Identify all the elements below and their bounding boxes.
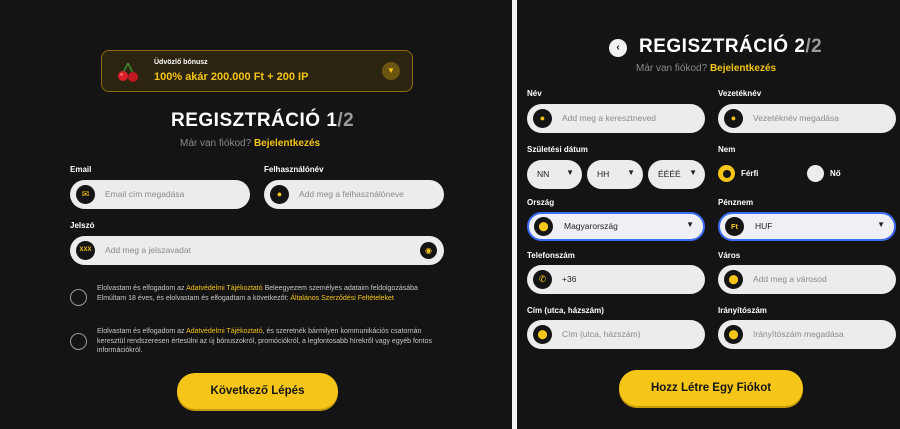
location-pin-icon: ⬤ bbox=[724, 270, 743, 289]
welcome-bonus-banner[interactable]: Üdvözlő bónusz 100% akár 200.000 Ft + 20… bbox=[101, 50, 413, 92]
password-placeholder: Add meg a jelszavadat bbox=[105, 245, 191, 255]
currency-select[interactable]: Ft HUF ▼ bbox=[718, 212, 896, 241]
phone-field[interactable]: ✆ +36 bbox=[527, 265, 705, 294]
dob-month-select[interactable]: HH ▼ bbox=[587, 160, 643, 189]
chevron-down-icon: ▼ bbox=[566, 168, 574, 177]
title-main-2: REGISZTRÁCIÓ 2 bbox=[639, 36, 806, 57]
cherry-icon bbox=[118, 62, 138, 82]
name-placeholder: Add meg a keresztneved bbox=[562, 113, 657, 123]
page-title: REGISZTRÁCIÓ 1/2 bbox=[171, 110, 354, 132]
login-prompt: Már van fiókod? Bejelentkezés bbox=[180, 138, 320, 149]
consent-marketing-text: Elolvastam és elfogadom az Adatvédelmi T… bbox=[97, 327, 447, 356]
zip-placeholder: Irányítószám megadása bbox=[753, 329, 844, 339]
chevron-down-icon: ▼ bbox=[877, 220, 885, 229]
consent-marketing-part1: Elolvastam és elfogadom az bbox=[97, 328, 187, 335]
currency-icon: Ft bbox=[725, 217, 744, 236]
title-main: REGISZTRÁCIÓ 1 bbox=[171, 110, 338, 131]
dob-label: Születési dátum bbox=[527, 145, 588, 154]
bonus-small-label: Üdvözlő bónusz bbox=[154, 59, 208, 66]
password-label: Jelszó bbox=[70, 221, 95, 230]
page-title-2: REGISZTRÁCIÓ 2/2 bbox=[639, 36, 822, 58]
title-suffix: /2 bbox=[337, 110, 355, 131]
surname-field[interactable]: ● Vezetéknév megadása bbox=[718, 104, 896, 133]
address-label: Cím (utca, házszám) bbox=[527, 306, 604, 315]
password-field[interactable]: XXX Add meg a jelszavadat ◉ bbox=[70, 236, 444, 265]
title-suffix-2: /2 bbox=[805, 36, 823, 57]
privacy-link-2[interactable]: Adatvédelmi Tájékoztató bbox=[186, 328, 263, 335]
email-label: Email bbox=[70, 165, 92, 174]
chevron-down-icon[interactable]: ▼ bbox=[382, 62, 400, 80]
city-placeholder: Add meg a városod bbox=[753, 274, 827, 284]
chevron-down-icon: ▼ bbox=[627, 168, 635, 177]
gender-male-label: Férfi bbox=[741, 169, 759, 178]
location-pin-icon: ⬤ bbox=[534, 217, 553, 236]
dob-day-select[interactable]: NN ▼ bbox=[527, 160, 582, 189]
name-field[interactable]: ● Add meg a keresztneved bbox=[527, 104, 705, 133]
city-field[interactable]: ⬤ Add meg a városod bbox=[718, 265, 896, 294]
privacy-link[interactable]: Adatvédelmi Tájékoztató bbox=[186, 285, 263, 292]
phone-label: Telefonszám bbox=[527, 251, 575, 260]
phone-icon: ✆ bbox=[533, 270, 552, 289]
consent-terms-row: Elolvastam és elfogadom az Adatvédelmi T… bbox=[70, 284, 450, 314]
radio-selected-icon bbox=[718, 165, 735, 182]
dob-month-value: HH bbox=[597, 169, 610, 179]
consent-marketing-row: Elolvastam és elfogadom az Adatvédelmi T… bbox=[70, 327, 450, 357]
chevron-down-icon: ▼ bbox=[686, 220, 694, 229]
create-account-button[interactable]: Hozz Létre Egy Fiókot bbox=[619, 370, 803, 406]
eye-icon[interactable]: ◉ bbox=[420, 242, 437, 259]
radio-unselected-icon bbox=[807, 165, 824, 182]
terms-link[interactable]: Általános Szerződési Feltételeket bbox=[290, 295, 394, 302]
country-value: Magyarország bbox=[564, 221, 618, 231]
location-pin-icon: ⬤ bbox=[533, 325, 552, 344]
dob-day-value: NN bbox=[537, 169, 550, 179]
dob-year-select[interactable]: ÉÉÉÉ ▼ bbox=[648, 160, 705, 189]
email-placeholder: Email cím megadása bbox=[105, 189, 185, 199]
user-icon: ● bbox=[533, 109, 552, 128]
name-label: Név bbox=[527, 89, 542, 98]
login-prompt-2: Már van fiókod? Bejelentkezés bbox=[636, 63, 776, 74]
username-field[interactable]: ● Add meg a felhasználóneve bbox=[264, 180, 444, 209]
gender-female-label: Nő bbox=[830, 169, 841, 178]
country-label: Ország bbox=[527, 198, 555, 207]
consent-terms-checkbox[interactable] bbox=[70, 289, 87, 306]
back-arrow-icon[interactable]: ‹ bbox=[609, 39, 627, 57]
currency-value: HUF bbox=[755, 221, 773, 231]
zip-field[interactable]: ⬤ Irányítószám megadása bbox=[718, 320, 896, 349]
bonus-headline: 100% akár 200.000 Ft + 200 IP bbox=[154, 71, 309, 83]
username-label: Felhasználónév bbox=[264, 165, 324, 174]
username-placeholder: Add meg a felhasználóneve bbox=[299, 189, 404, 199]
have-account-text-2: Már van fiókod? bbox=[636, 63, 708, 74]
dob-year-value: ÉÉÉÉ bbox=[658, 169, 681, 179]
phone-value: +36 bbox=[562, 274, 577, 284]
registration-step-2-panel: ‹ REGISZTRÁCIÓ 2/2 Már van fiókod? Bejel… bbox=[517, 0, 900, 429]
currency-label: Pénznem bbox=[718, 198, 754, 207]
address-placeholder: Cím (utca, házszám) bbox=[562, 329, 641, 339]
location-pin-icon: ⬤ bbox=[724, 325, 743, 344]
next-step-button[interactable]: Következő Lépés bbox=[177, 373, 338, 409]
registration-step-1-panel: Üdvözlő bónusz 100% akár 200.000 Ft + 20… bbox=[0, 0, 512, 429]
city-label: Város bbox=[718, 251, 741, 260]
login-link-2[interactable]: Bejelentkezés bbox=[710, 63, 776, 74]
zip-label: Irányítószám bbox=[718, 306, 767, 315]
envelope-icon: ✉ bbox=[76, 185, 95, 204]
login-link[interactable]: Bejelentkezés bbox=[254, 138, 320, 149]
email-field[interactable]: ✉ Email cím megadása bbox=[70, 180, 250, 209]
consent-marketing-checkbox[interactable] bbox=[70, 333, 87, 350]
chevron-down-icon: ▼ bbox=[689, 168, 697, 177]
gender-label: Nem bbox=[718, 145, 736, 154]
password-icon: XXX bbox=[76, 241, 95, 260]
surname-placeholder: Vezetéknév megadása bbox=[753, 113, 840, 123]
user-icon: ● bbox=[270, 185, 289, 204]
consent-terms-text: Elolvastam és elfogadom az Adatvédelmi T… bbox=[97, 284, 447, 303]
have-account-text: Már van fiókod? bbox=[180, 138, 252, 149]
address-field[interactable]: ⬤ Cím (utca, házszám) bbox=[527, 320, 705, 349]
user-icon: ● bbox=[724, 109, 743, 128]
surname-label: Vezetéknév bbox=[718, 89, 762, 98]
consent-terms-part1: Elolvastam és elfogadom az bbox=[97, 285, 187, 292]
country-select[interactable]: ⬤ Magyarország ▼ bbox=[527, 212, 705, 241]
